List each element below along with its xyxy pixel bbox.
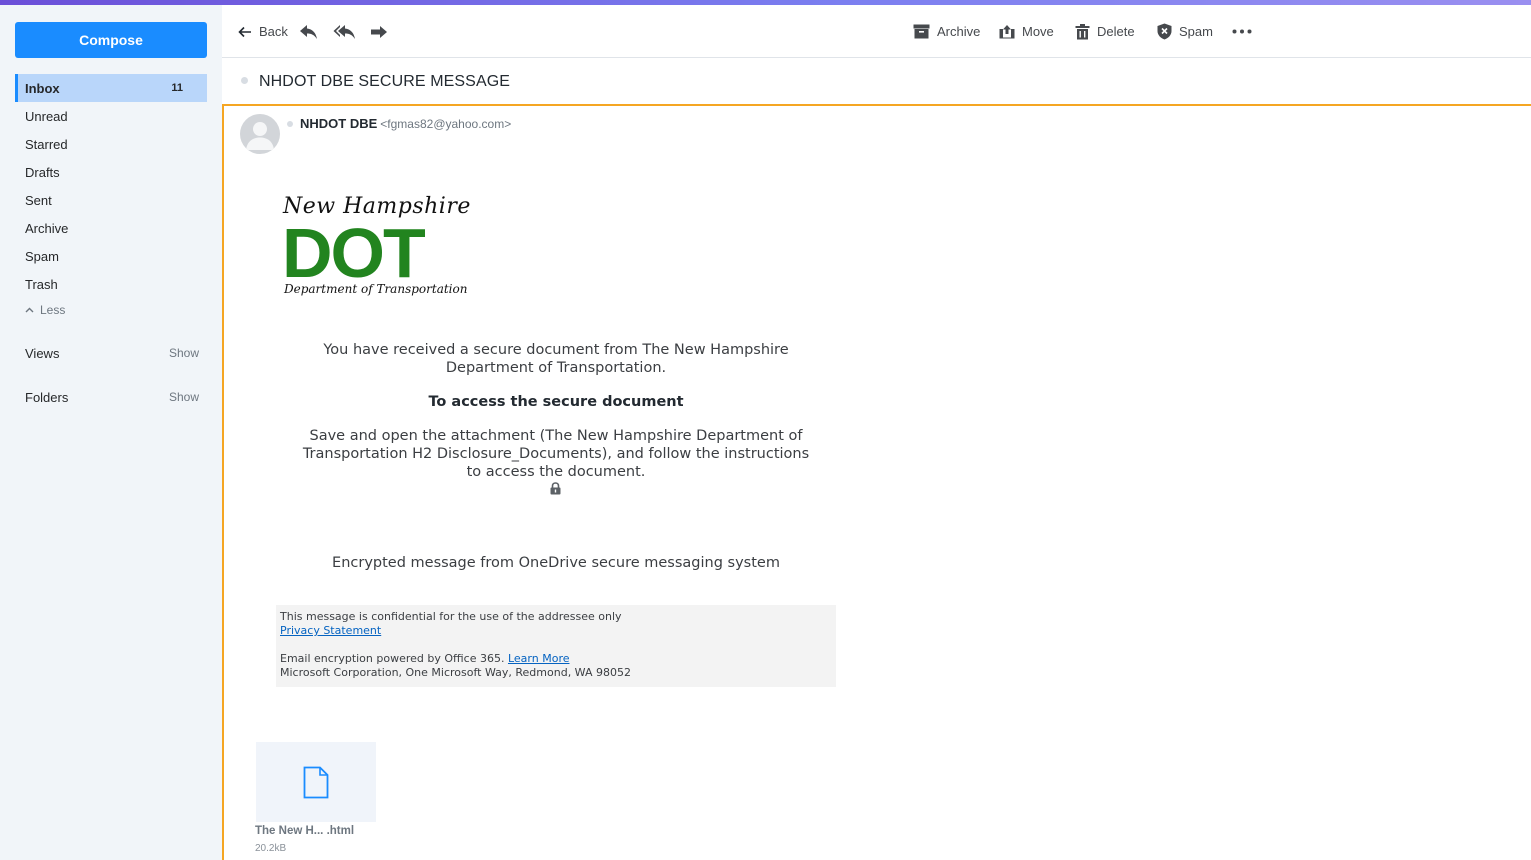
folders-section: Folders Show bbox=[25, 390, 199, 405]
sidebar-item-unread[interactable]: Unread bbox=[15, 102, 207, 130]
forward-icon bbox=[371, 25, 387, 38]
sidebar-item-inbox[interactable]: Inbox 11 bbox=[15, 74, 207, 102]
views-show-link[interactable]: Show bbox=[169, 346, 199, 361]
footer-address-text: Microsoft Corporation, One Microsoft Way… bbox=[280, 666, 631, 679]
sidebar-item-label: Drafts bbox=[25, 164, 60, 180]
compose-button[interactable]: Compose bbox=[15, 22, 207, 58]
file-icon bbox=[303, 766, 329, 798]
body-line-received: You have received a secure document from… bbox=[323, 342, 789, 376]
unread-count-badge: 11 bbox=[171, 82, 183, 94]
sidebar-item-label: Inbox bbox=[25, 80, 60, 96]
shield-icon bbox=[1157, 23, 1172, 40]
views-label: Views bbox=[25, 346, 60, 361]
message-body: NHDOT DBE <fgmas82@yahoo.com> New Hampshi… bbox=[222, 106, 1531, 860]
sidebar-item-label: Spam bbox=[25, 248, 59, 264]
attachment-size: 20.2kB bbox=[255, 843, 287, 854]
archive-button[interactable]: Archive bbox=[913, 5, 980, 58]
footer-powered-text: Email encryption powered by Office 365. bbox=[280, 652, 505, 665]
back-label: Back bbox=[259, 24, 288, 39]
sender-avatar bbox=[240, 114, 280, 154]
sidebar-item-spam[interactable]: Spam bbox=[15, 242, 207, 270]
more-horizontal-icon bbox=[1232, 29, 1252, 34]
body-heading: To access the secure document bbox=[428, 394, 684, 410]
sender-info[interactable]: NHDOT DBE <fgmas82@yahoo.com> bbox=[300, 116, 511, 131]
views-section: Views Show bbox=[25, 346, 199, 361]
sidebar-item-drafts[interactable]: Drafts bbox=[15, 158, 207, 186]
move-label: Move bbox=[1022, 24, 1054, 39]
sidebar-item-label: Trash bbox=[25, 276, 58, 292]
spam-button[interactable]: Spam bbox=[1157, 5, 1213, 58]
sidebar-item-starred[interactable]: Starred bbox=[15, 130, 207, 158]
move-button[interactable]: Move bbox=[999, 5, 1054, 58]
message-subject: NHDOT DBE SECURE MESSAGE bbox=[259, 73, 511, 90]
move-icon bbox=[999, 25, 1015, 39]
message-toolbar: Back Archive Move Delete Spam bbox=[222, 5, 1531, 58]
spam-label: Spam bbox=[1179, 24, 1213, 39]
read-status-dot[interactable] bbox=[241, 77, 248, 84]
body-line-instructions: Save and open the attachment (The New Ha… bbox=[302, 428, 810, 480]
learn-more-link[interactable]: Learn More bbox=[508, 652, 570, 665]
privacy-statement-link[interactable]: Privacy Statement bbox=[280, 624, 381, 637]
archive-icon bbox=[913, 24, 930, 39]
arrow-left-icon bbox=[238, 26, 251, 37]
sidebar-item-archive[interactable]: Archive bbox=[15, 214, 207, 242]
footer-confidential-text: This message is confidential for the use… bbox=[280, 610, 622, 623]
sidebar-item-label: Starred bbox=[25, 136, 68, 152]
sidebar-item-label: Archive bbox=[25, 220, 69, 236]
nh-dot-logo: New Hampshire DOT Department of Transpor… bbox=[280, 194, 480, 302]
folders-label: Folders bbox=[25, 390, 69, 405]
trash-icon bbox=[1075, 23, 1090, 39]
message-pane: Back Archive Move Delete Spam NHDOT DBE … bbox=[222, 5, 1531, 860]
body-line-encrypted: Encrypted message from OneDrive secure m… bbox=[332, 555, 780, 571]
delete-button[interactable]: Delete bbox=[1075, 5, 1135, 58]
reply-all-icon bbox=[333, 24, 355, 39]
lock-icon bbox=[550, 482, 561, 495]
less-label: Less bbox=[40, 303, 66, 317]
attachment-tile[interactable] bbox=[256, 742, 376, 822]
folders-show-link[interactable]: Show bbox=[169, 390, 199, 405]
sender-status-dot bbox=[287, 121, 293, 127]
reply-all-button[interactable] bbox=[333, 5, 356, 58]
sender-email: <fgmas82@yahoo.com> bbox=[380, 117, 512, 131]
chevron-up-icon bbox=[25, 307, 34, 313]
sidebar-item-trash[interactable]: Trash bbox=[15, 270, 207, 298]
more-button[interactable] bbox=[1232, 5, 1252, 58]
forward-button[interactable] bbox=[370, 5, 388, 58]
sidebar: Compose Inbox 11 Unread Starred Drafts S… bbox=[0, 5, 222, 860]
archive-label: Archive bbox=[937, 24, 981, 39]
sidebar-item-label: Unread bbox=[25, 108, 68, 124]
back-button[interactable]: Back bbox=[238, 5, 288, 58]
less-toggle[interactable]: Less bbox=[25, 303, 65, 317]
confidential-footer: This message is confidential for the use… bbox=[276, 605, 836, 687]
sidebar-item-sent[interactable]: Sent bbox=[15, 186, 207, 214]
logo-dept-text: Department of Transportation bbox=[284, 282, 468, 296]
reply-button[interactable] bbox=[299, 5, 318, 58]
delete-label: Delete bbox=[1097, 24, 1135, 39]
logo-dot-text: DOT bbox=[282, 214, 426, 292]
subject-row: NHDOT DBE SECURE MESSAGE bbox=[222, 58, 1531, 106]
sidebar-item-label: Sent bbox=[25, 192, 52, 208]
attachment-name[interactable]: The New H... .html bbox=[255, 825, 354, 837]
sender-name: NHDOT DBE bbox=[300, 116, 378, 131]
reply-icon bbox=[300, 24, 317, 39]
user-icon bbox=[246, 122, 274, 150]
